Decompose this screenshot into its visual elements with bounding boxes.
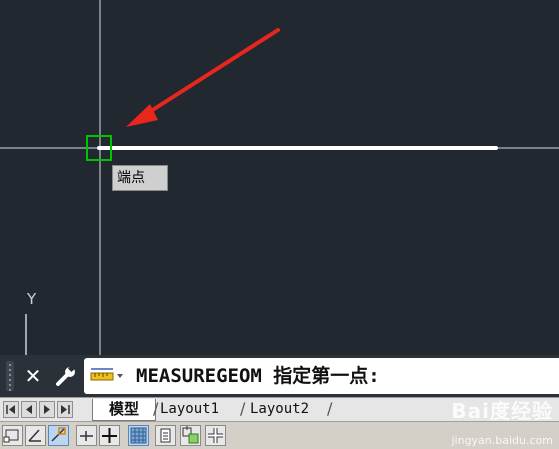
wrench-icon[interactable] — [50, 361, 80, 391]
last-layout-icon[interactable] — [57, 401, 73, 418]
command-prompt-text: MEASUREGEOM 指定第一点: — [136, 365, 380, 387]
tab-separator: / — [240, 399, 246, 418]
osnap-icon[interactable] — [48, 425, 69, 446]
command-line-grip[interactable] — [6, 361, 14, 391]
watermark-brand: Bai度经验 — [451, 399, 553, 423]
snap-icon[interactable] — [2, 425, 23, 446]
baidu-watermark: Bai度经验 jingyan.baidu.com — [451, 395, 553, 447]
close-icon[interactable]: ✕ — [20, 361, 46, 391]
ucs-y-label: Y — [27, 290, 37, 308]
next-layout-icon[interactable] — [39, 401, 55, 418]
tab-separator: / — [153, 399, 159, 418]
polar-icon[interactable] — [25, 425, 46, 446]
osnap-tooltip: 端点 — [112, 165, 168, 191]
lineweight-icon[interactable] — [155, 425, 176, 446]
quickprops-icon[interactable] — [180, 425, 201, 446]
command-input-field[interactable]: MEASUREGEOM 指定第一点: — [84, 358, 559, 394]
measure-ruler-icon[interactable] — [90, 367, 124, 385]
drawing-canvas[interactable]: 端点 Y — [0, 0, 559, 355]
tab-layout2[interactable]: Layout2 — [250, 399, 309, 420]
tab-separator: / — [327, 399, 333, 418]
grid-icon[interactable] — [128, 425, 149, 446]
first-layout-icon[interactable] — [3, 401, 19, 418]
otrack-icon[interactable] — [76, 425, 97, 446]
selection-cycling-icon[interactable] — [205, 425, 226, 446]
tab-model[interactable]: 模型 — [92, 399, 156, 421]
watermark-url: jingyan.baidu.com — [451, 434, 553, 447]
tab-layout1[interactable]: Layout1 — [160, 399, 219, 420]
previous-layout-icon[interactable] — [21, 401, 37, 418]
annotation-arrow — [138, 28, 280, 120]
canvas-svg[interactable] — [0, 0, 559, 355]
ortho-icon[interactable] — [99, 425, 120, 446]
command-line-bar: ✕ MEASUREGEOM 指定第一点: — [0, 355, 559, 397]
